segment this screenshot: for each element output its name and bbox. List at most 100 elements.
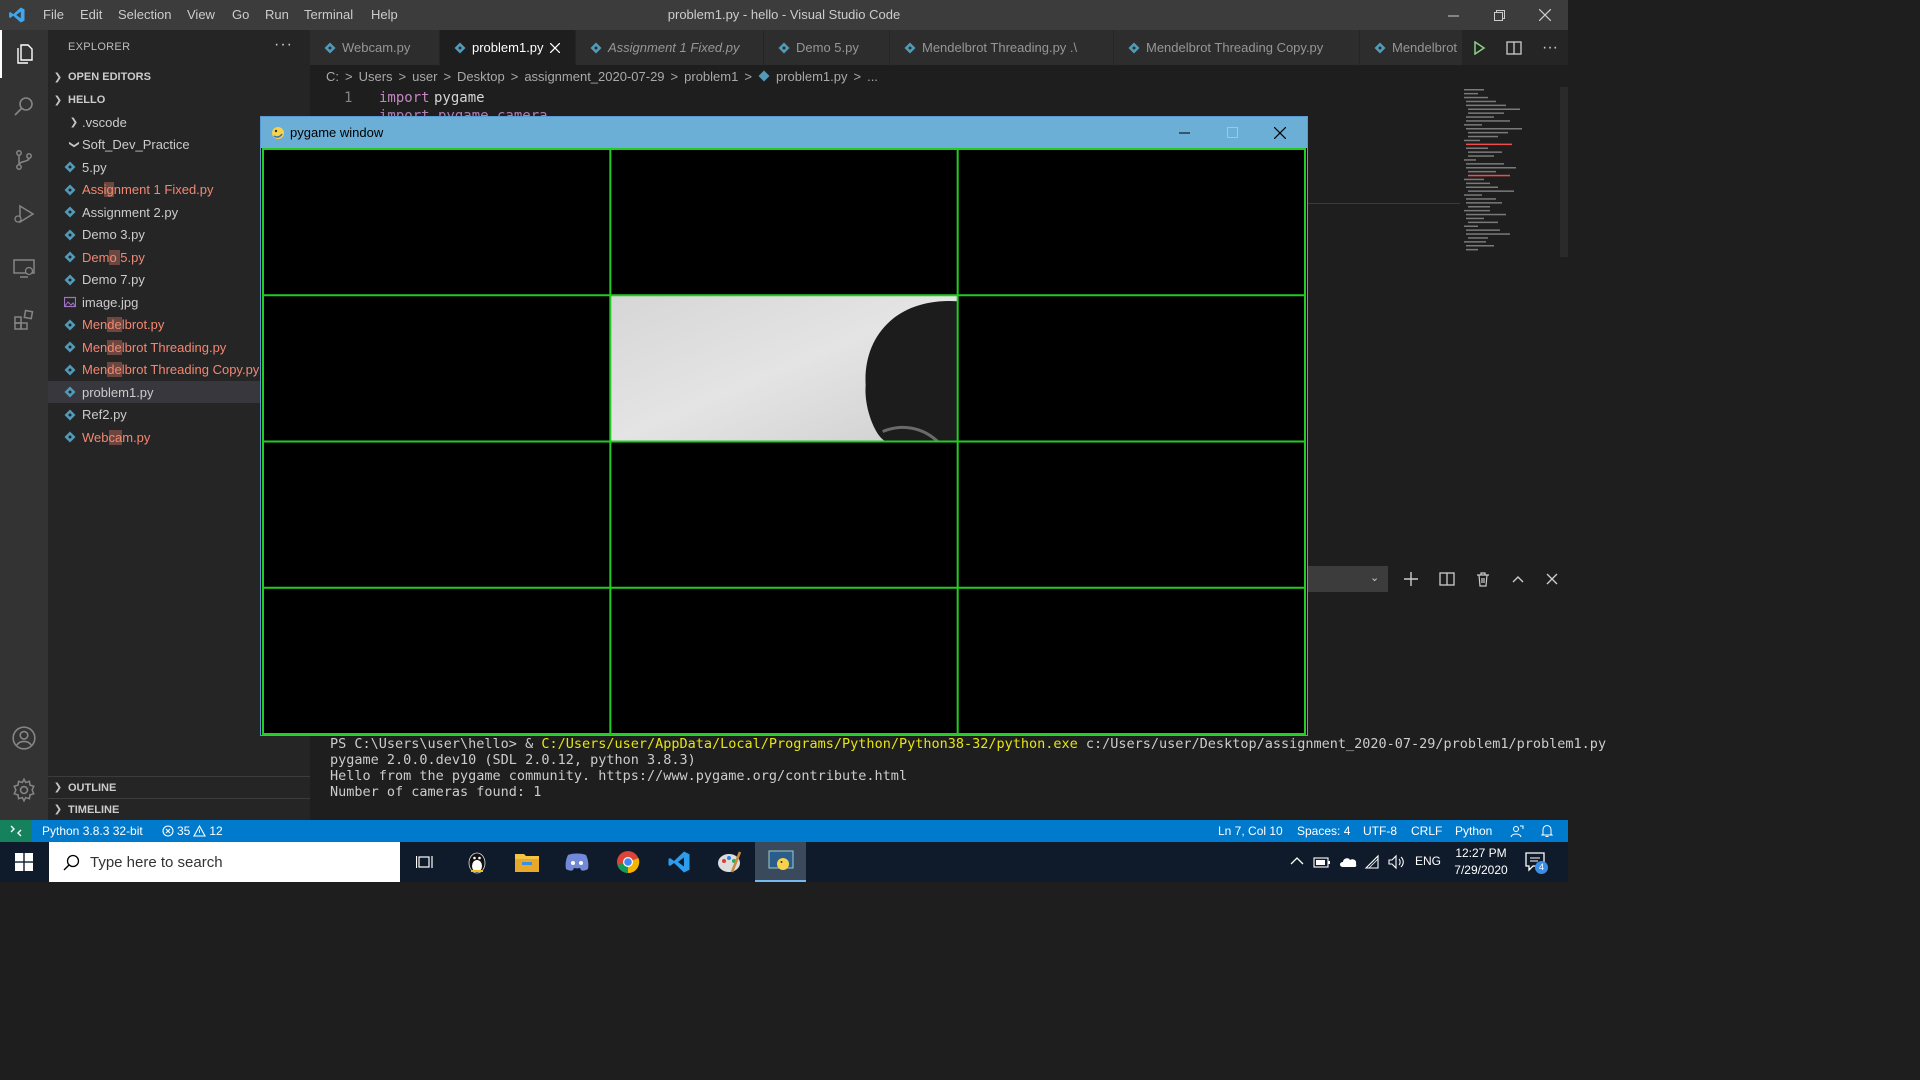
minimize-button[interactable] [1430, 0, 1476, 30]
chevron-up-icon[interactable] [1290, 856, 1304, 866]
breadcrumb-item[interactable]: assignment_2020-07-29 [524, 69, 664, 84]
editor-divider [1308, 203, 1460, 204]
breadcrumb-item[interactable]: Users [359, 69, 393, 84]
outline-section[interactable]: ❯ OUTLINE [48, 776, 310, 798]
python-file-icon [64, 161, 76, 173]
taskbar-app-file-explorer[interactable] [503, 842, 551, 882]
battery-icon[interactable] [1313, 855, 1331, 869]
activity-extensions[interactable] [0, 296, 48, 344]
indentation[interactable]: Spaces: 4 [1297, 824, 1350, 838]
remote-indicator[interactable] [0, 820, 32, 842]
taskbar-search-box[interactable]: Type here to search [49, 842, 400, 882]
panel-actions [1398, 566, 1564, 592]
more-actions-icon[interactable]: ··· [1542, 39, 1558, 57]
language-mode[interactable]: Python [1455, 824, 1492, 838]
activity-manage[interactable] [0, 766, 48, 814]
input-language[interactable]: ENG [1415, 854, 1441, 868]
start-button[interactable] [0, 842, 48, 882]
wifi-icon[interactable] [1364, 854, 1380, 870]
python-file-icon [64, 274, 76, 285]
tab-label: problem1.py [472, 40, 544, 55]
workspace-section[interactable]: ❯ HELLO [48, 89, 310, 111]
taskbar-app-pygame[interactable] [755, 842, 806, 882]
split-terminal-icon[interactable] [1439, 572, 1455, 586]
task-view-button[interactable] [401, 842, 449, 882]
pygame-canvas[interactable] [262, 148, 1306, 735]
chevron-up-icon[interactable] [1511, 572, 1525, 586]
breadcrumb-item[interactable]: C: [326, 69, 339, 84]
file-tree-label: Ref2.py [82, 407, 127, 422]
activity-accounts[interactable] [0, 714, 48, 762]
code-editor[interactable]: 1 import pygame import pygame.camera [310, 87, 1460, 124]
pygame-title-bar[interactable]: pygame window [261, 117, 1307, 148]
editor-scrollbar[interactable] [1560, 87, 1568, 257]
editor-tab[interactable]: Mendelbrot Threading.py .\ [890, 30, 1114, 65]
camera-grid [262, 148, 1306, 735]
editor-tab[interactable]: Demo 5.py [764, 30, 890, 65]
task-view-icon [416, 856, 433, 868]
close-button[interactable] [1522, 0, 1568, 30]
activity-search[interactable] [0, 82, 48, 130]
breadcrumb-item[interactable]: problem1 [684, 69, 738, 84]
timeline-section[interactable]: ❯ TIMELINE [48, 798, 310, 820]
close-icon[interactable] [1546, 573, 1558, 585]
onedrive-cloud-icon[interactable] [1338, 855, 1358, 868]
editor-tab[interactable]: Mendelbrot Threading Copy.py [1114, 30, 1360, 65]
pygame-close-button[interactable] [1257, 117, 1303, 148]
cursor-position[interactable]: Ln 7, Col 10 [1218, 824, 1283, 838]
editor-tab[interactable]: Assignment 1 Fixed.py [576, 30, 764, 65]
more-actions-icon[interactable]: ··· [274, 36, 293, 54]
problems-indicator[interactable]: 35 12 [162, 824, 223, 838]
encoding[interactable]: UTF-8 [1363, 824, 1397, 838]
tab-label: Webcam.py [342, 40, 411, 55]
breadcrumb-item[interactable]: ... [867, 69, 878, 84]
terminal-line: Number of cameras found: 1 [330, 784, 542, 800]
maximize-icon [1226, 127, 1238, 138]
editor-tab[interactable]: Webcam.py [310, 30, 440, 65]
end-of-line[interactable]: CRLF [1411, 824, 1442, 838]
taskbar-app-vscode[interactable] [655, 842, 703, 882]
pygame-minimize-button[interactable] [1161, 117, 1207, 148]
python-file-icon [64, 386, 76, 398]
chevron-right-icon: ❯ [53, 782, 63, 793]
timeline-label: TIMELINE [68, 803, 120, 816]
trash-icon[interactable] [1476, 571, 1490, 587]
open-editors-section[interactable]: ❯ OPEN EDITORS [48, 66, 310, 88]
activity-remote-explorer[interactable] [0, 244, 48, 292]
breadcrumb-item[interactable]: Desktop [457, 69, 505, 84]
taskbar-app-chrome[interactable] [604, 842, 652, 882]
chevron-down-icon: ❯ [68, 140, 80, 149]
taskbar-clock[interactable]: 12:27 PM 7/29/2020 [1446, 845, 1516, 879]
add-terminal-icon[interactable] [1404, 572, 1418, 586]
breadcrumb-item[interactable]: user [412, 69, 437, 84]
editor-tab[interactable]: problem1.py [440, 30, 576, 65]
windows-taskbar: Type here to search ENG 12:27 PM 7/29/20… [0, 842, 1568, 882]
restore-button[interactable] [1476, 0, 1522, 30]
folder-icon [515, 854, 539, 872]
action-center-button[interactable]: 4 [1524, 850, 1548, 874]
activity-run-debug[interactable] [0, 190, 48, 238]
taskbar-app-paint[interactable] [705, 842, 753, 882]
breadcrumb-separator-icon: > [670, 68, 679, 84]
pygame-window[interactable]: pygame window [260, 116, 1308, 736]
activity-source-control[interactable] [0, 136, 48, 184]
discord-icon [565, 853, 589, 871]
activity-explorer[interactable] [0, 30, 48, 78]
window-title: problem1.py - hello - Visual Studio Code [667, 7, 901, 22]
minimap[interactable] [1460, 87, 1560, 257]
terminal-panel[interactable]: PS C:\Users\user\hello> & C:/Users/user/… [310, 736, 1606, 820]
run-icon[interactable] [1472, 40, 1486, 55]
bell-icon[interactable] [1540, 824, 1554, 838]
close-icon[interactable] [549, 42, 560, 53]
run-debug-icon [14, 204, 35, 224]
volume-icon[interactable] [1387, 854, 1405, 870]
taskbar-app-qq[interactable] [453, 842, 501, 882]
breadcrumb-item[interactable]: problem1.py [776, 69, 848, 84]
feedback-icon[interactable] [1510, 824, 1524, 838]
taskbar-app-discord[interactable] [553, 842, 601, 882]
python-interpreter[interactable]: Python 3.8.3 32-bit [42, 824, 143, 838]
pygame-maximize-button[interactable] [1209, 117, 1255, 148]
explorer-icon [17, 44, 33, 64]
terminal-select[interactable]: ⌄ [1308, 566, 1388, 592]
split-editor-icon[interactable] [1506, 40, 1522, 56]
